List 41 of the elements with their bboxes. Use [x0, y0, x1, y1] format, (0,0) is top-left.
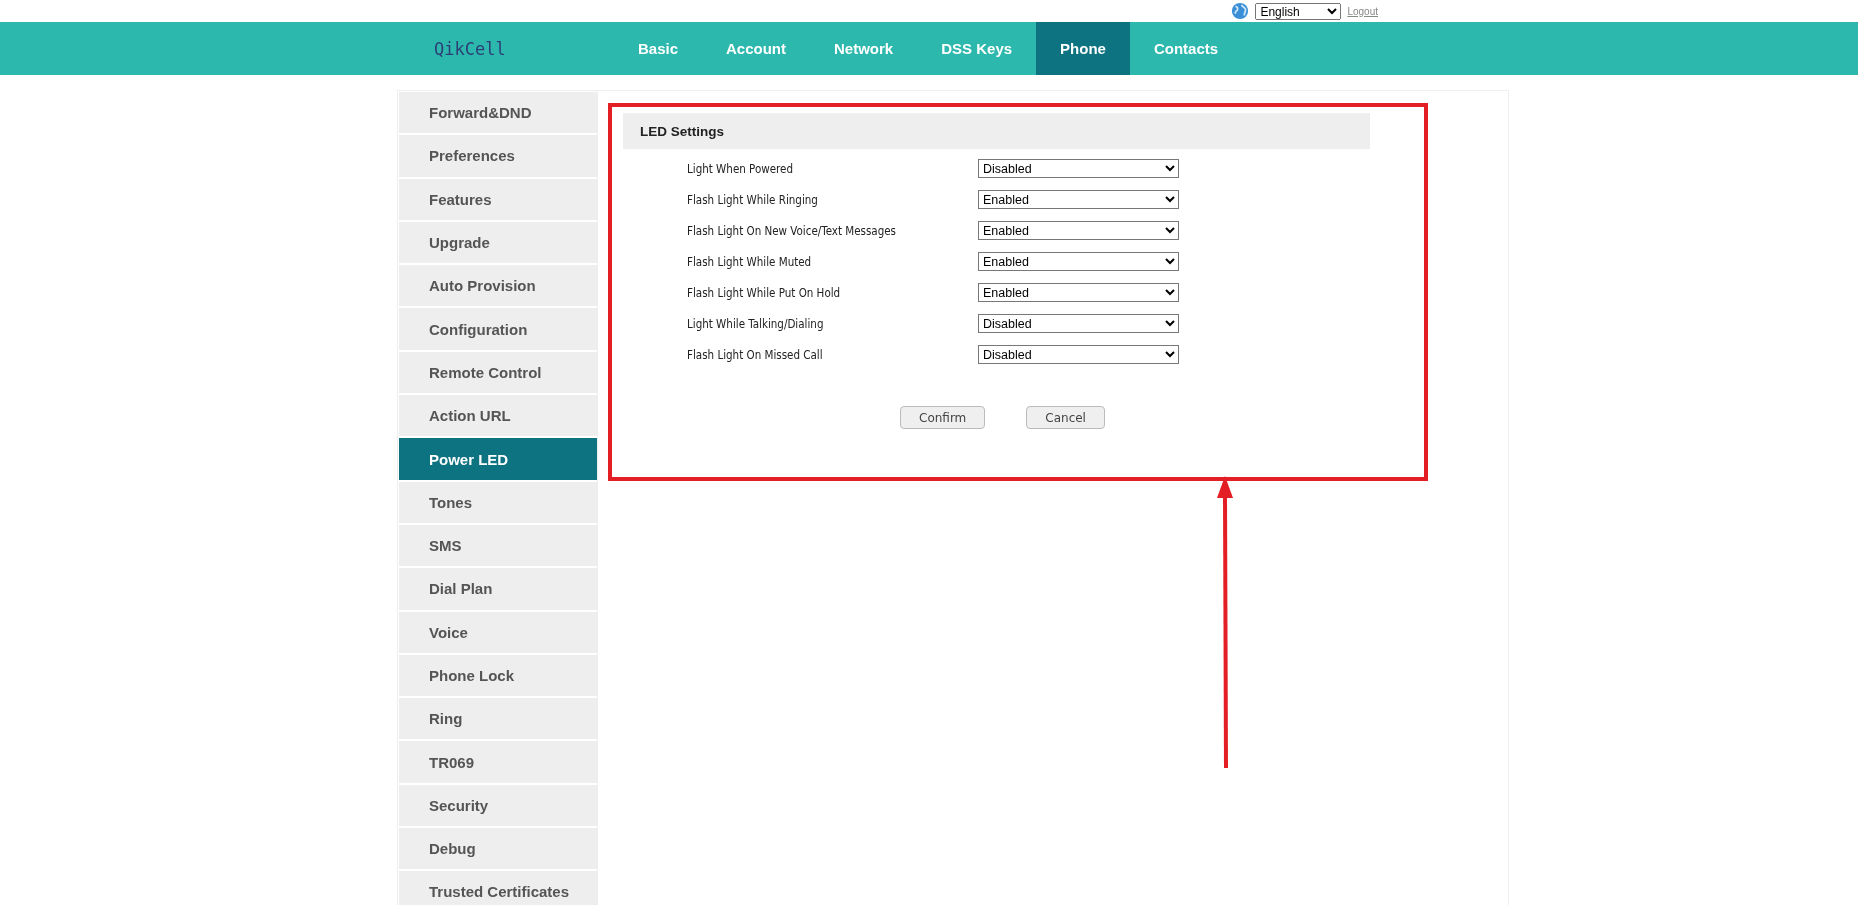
setting-label: Light When Powered: [687, 161, 795, 176]
setting-select[interactable]: Enabled: [978, 221, 1179, 240]
setting-label: Flash Light While Ringing: [687, 192, 819, 207]
sidebar-item[interactable]: Trusted Certificates: [399, 871, 597, 905]
setting-select[interactable]: Enabled: [978, 252, 1179, 271]
logout-link[interactable]: Logout: [1347, 5, 1378, 17]
setting-label: Light While Talking/Dialing: [687, 316, 825, 331]
setting-select[interactable]: Enabled: [978, 283, 1179, 302]
sidebar-item[interactable]: Action URL: [399, 395, 597, 437]
sidebar-item[interactable]: Security: [399, 784, 597, 827]
sidebar-item[interactable]: SMS: [399, 524, 597, 567]
setting-label: Flash Light While Muted: [687, 254, 813, 269]
sidebar-item[interactable]: Dial Plan: [399, 568, 597, 610]
setting-label: Flash Light While Put On Hold: [687, 285, 842, 300]
sidebar-item[interactable]: Auto Provision: [399, 265, 597, 307]
setting-label: Flash Light On Missed Call: [687, 347, 824, 362]
setting-select[interactable]: Disabled: [978, 159, 1179, 178]
sidebar-item[interactable]: Debug: [399, 828, 597, 870]
sidebar-item[interactable]: Preferences: [399, 135, 597, 177]
globe-icon: [1231, 2, 1250, 20]
setting-select[interactable]: Disabled: [978, 314, 1179, 333]
setting-select[interactable]: Disabled: [978, 345, 1179, 364]
sidebar-item[interactable]: Remote Control: [399, 351, 597, 394]
sidebar-item[interactable]: Upgrade: [399, 221, 597, 264]
sidebar-item[interactable]: Ring: [399, 698, 597, 740]
setting-select[interactable]: Enabled: [978, 190, 1179, 209]
sidebar-item[interactable]: TR069: [399, 741, 597, 783]
sidebar-item[interactable]: Forward&DND: [399, 92, 597, 134]
logo: QikCell: [434, 38, 506, 59]
sidebar-item[interactable]: Configuration: [399, 308, 597, 350]
confirm-button[interactable]: Confirm: [900, 406, 986, 429]
sidebar-item[interactable]: Tones: [399, 481, 597, 523]
cancel-button[interactable]: Cancel: [1026, 406, 1105, 429]
setting-label: Flash Light On New Voice/Text Messages: [687, 223, 897, 238]
nav-tab[interactable]: Phone: [1036, 22, 1130, 75]
sidebar-item[interactable]: Power LED: [399, 438, 597, 480]
section-title: LED Settings: [623, 113, 1370, 149]
sidebar-item[interactable]: Features: [399, 178, 597, 220]
language-select[interactable]: English: [1255, 2, 1342, 20]
sidebar-item[interactable]: Phone Lock: [399, 654, 597, 697]
sidebar-item[interactable]: Voice: [399, 611, 597, 653]
